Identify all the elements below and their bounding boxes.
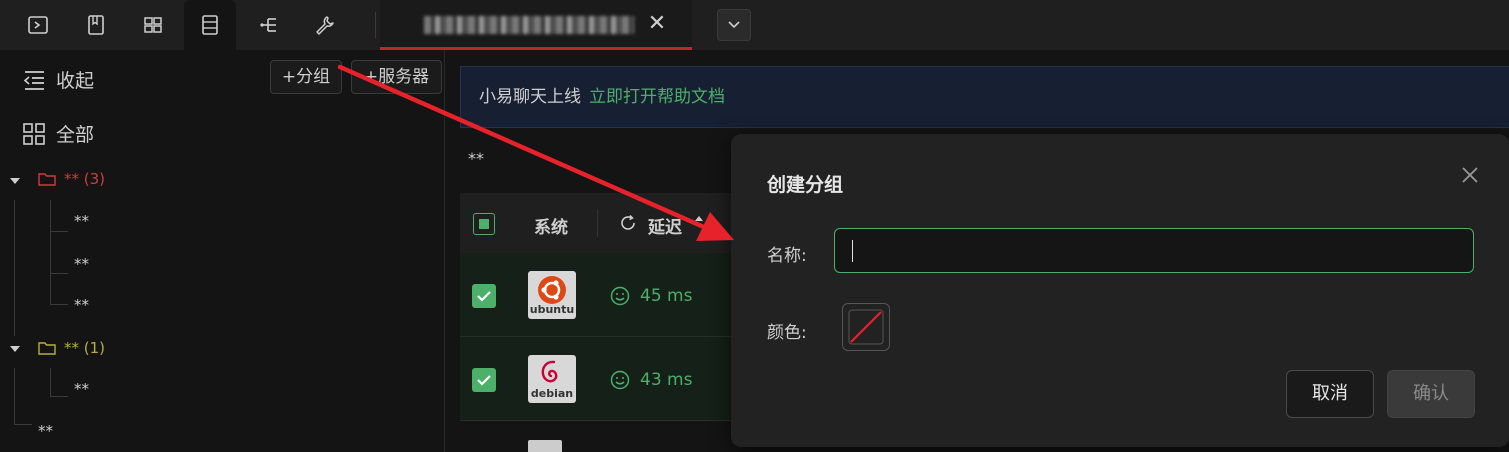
chevron-down-icon: [728, 21, 740, 29]
server-list-icon[interactable]: [184, 0, 236, 50]
session-tab[interactable]: ✕: [380, 0, 692, 50]
latency-cell: 45 ms: [610, 286, 692, 306]
sidebar: 收起 +分组 +服务器 全部 ** (3) ** ** ** ** (1) **…: [0, 50, 445, 452]
group-label: ** (1): [64, 339, 106, 357]
all-servers-item[interactable]: 全部: [22, 120, 94, 147]
tab-title-redacted: [424, 16, 634, 34]
add-server-button[interactable]: +服务器: [351, 60, 442, 94]
collapse-label: 收起: [56, 70, 95, 92]
select-all-checkbox[interactable]: [473, 213, 495, 235]
collapse-icon: [23, 70, 44, 90]
server-item[interactable]: **: [74, 296, 89, 314]
debian-logo-icon: debian: [528, 355, 576, 403]
terminal-icon[interactable]: [12, 0, 64, 50]
refresh-icon[interactable]: [619, 214, 637, 232]
no-color-icon: [848, 309, 884, 345]
latency-cell: 43 ms: [610, 370, 692, 390]
server-item[interactable]: **: [74, 255, 89, 273]
tree-connector: [50, 273, 68, 274]
notice-text: 小易聊天上线: [479, 87, 581, 107]
notice-banner: 小易聊天上线 立即打开帮助文档: [460, 66, 1509, 128]
ubuntu-logo-icon: ubuntu: [528, 271, 576, 319]
latency-value: 43 ms: [640, 370, 693, 390]
layout-icon[interactable]: [127, 0, 179, 50]
toolbar-separator: [375, 12, 376, 38]
color-label: 颜色:: [767, 323, 807, 343]
group-item[interactable]: ** (1): [38, 339, 105, 357]
folder-icon: [38, 173, 56, 186]
tab-dropdown-button[interactable]: [717, 9, 751, 41]
tree-connector: [50, 304, 68, 305]
tree-connector: [14, 424, 32, 425]
server-item[interactable]: **: [74, 212, 89, 230]
text-cursor: [852, 240, 853, 262]
table-row[interactable]: debian 43 ms: [460, 337, 760, 421]
server-item[interactable]: **: [74, 380, 89, 398]
caret-down-icon[interactable]: [10, 346, 20, 352]
grid-icon: [23, 122, 45, 145]
name-label: 名称:: [767, 246, 807, 266]
check-icon: [477, 375, 491, 386]
close-icon[interactable]: [1459, 164, 1481, 186]
latency-value: 45 ms: [640, 286, 693, 306]
tree-connector: [50, 231, 68, 232]
add-group-button[interactable]: +分组: [270, 60, 342, 94]
tree-connector: [50, 200, 51, 304]
row-checkbox[interactable]: [472, 284, 496, 308]
group-item[interactable]: ** (3): [38, 170, 105, 188]
folder-icon: [38, 342, 56, 355]
column-divider: [597, 209, 598, 237]
table-header: 系统 延迟: [460, 193, 760, 253]
collapse-button[interactable]: 收起: [22, 66, 94, 93]
tree-connector: [50, 368, 51, 396]
os-logo-partial: [528, 440, 562, 452]
column-header-latency[interactable]: 延迟: [648, 213, 682, 238]
close-icon[interactable]: ✕: [646, 13, 668, 35]
book-icon[interactable]: [70, 0, 122, 50]
top-toolbar: ✕: [0, 0, 1509, 50]
tree-connector: [14, 200, 15, 336]
check-icon: [477, 291, 491, 302]
server-item[interactable]: **: [38, 422, 53, 440]
table-row[interactable]: ubuntu 45 ms: [460, 253, 760, 337]
tree-connector: [50, 396, 68, 397]
confirm-button[interactable]: 确认: [1387, 370, 1475, 418]
tree-connector: [14, 368, 15, 424]
dialog-title: 创建分组: [767, 174, 844, 196]
os-name: debian: [530, 387, 574, 400]
color-picker[interactable]: [842, 303, 890, 351]
column-header-os[interactable]: 系统: [534, 213, 568, 238]
smile-icon: [610, 286, 630, 306]
group-name-input[interactable]: [834, 228, 1474, 273]
smile-icon: [610, 370, 630, 390]
all-label: 全部: [56, 124, 95, 146]
tree-icon[interactable]: [242, 0, 294, 50]
cancel-button[interactable]: 取消: [1286, 370, 1374, 418]
os-name: ubuntu: [529, 303, 575, 316]
breadcrumb: **: [468, 149, 484, 168]
help-docs-link[interactable]: 立即打开帮助文档: [589, 87, 725, 107]
caret-down-icon[interactable]: [10, 178, 20, 184]
create-group-dialog: 创建分组 名称: 颜色: 取消 确认: [731, 134, 1509, 447]
wrench-icon[interactable]: [298, 0, 350, 50]
group-label: ** (3): [64, 170, 106, 188]
row-checkbox[interactable]: [472, 368, 496, 392]
sort-icon[interactable]: [694, 215, 704, 229]
